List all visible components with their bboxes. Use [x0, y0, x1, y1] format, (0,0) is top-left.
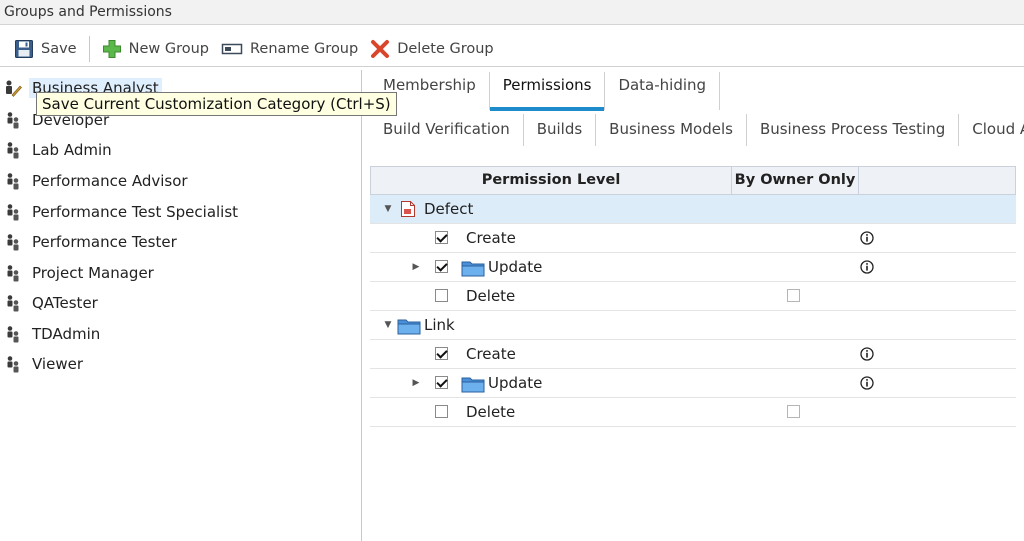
group-label: Performance Test Specialist: [32, 203, 239, 221]
group-item-project-manager[interactable]: Project Manager: [4, 261, 154, 285]
group-label: QATester: [32, 294, 98, 312]
category-row-link[interactable]: ▼ Link: [370, 311, 1016, 340]
permission-row-link-create: Create: [370, 340, 1016, 369]
group-item-qatester[interactable]: QATester: [4, 291, 98, 315]
permission-label: Update: [488, 258, 543, 276]
module-tabs: Build Verification Builds Business Model…: [370, 114, 1024, 150]
group-item-performance-advisor[interactable]: Performance Advisor: [4, 169, 188, 193]
expand-arrow-icon[interactable]: ▶: [410, 253, 422, 281]
group-item-viewer[interactable]: Viewer: [4, 352, 83, 376]
rename-icon: [221, 43, 243, 54]
group-icon: [7, 265, 19, 282]
expand-arrow-icon[interactable]: ▶: [410, 369, 422, 397]
create-checkbox[interactable]: [435, 231, 448, 244]
col-by-owner-only[interactable]: By Owner Only: [732, 167, 859, 194]
save-tooltip: Save Current Customization Category (Ctr…: [36, 92, 397, 116]
group-label: Performance Tester: [32, 233, 177, 251]
category-label: Link: [424, 316, 455, 334]
permission-label: Create: [466, 345, 516, 363]
delete-group-label: Delete Group: [397, 40, 494, 57]
col-permission-level[interactable]: Permission Level: [371, 167, 732, 194]
category-label: Defect: [424, 200, 474, 218]
info-icon[interactable]: [860, 260, 874, 274]
info-icon[interactable]: [860, 231, 874, 245]
collapse-arrow-icon[interactable]: ▼: [382, 195, 394, 223]
toolbar-divider: [88, 35, 90, 62]
group-item-tdadmin[interactable]: TDAdmin: [4, 322, 100, 346]
new-group-button[interactable]: New Group: [96, 35, 215, 63]
subtab-business-models[interactable]: Business Models: [596, 114, 747, 146]
update-checkbox[interactable]: [435, 260, 448, 273]
delete-x-icon: [371, 39, 390, 58]
owner-only-checkbox[interactable]: [787, 405, 800, 418]
delete-group-button[interactable]: Delete Group: [364, 35, 499, 63]
folder-icon: [461, 261, 485, 277]
update-checkbox[interactable]: [435, 376, 448, 389]
tab-data-hiding[interactable]: Data-hiding: [605, 72, 721, 110]
group-edit-icon: [6, 80, 22, 97]
group-label: TDAdmin: [32, 325, 101, 343]
owner-only-checkbox[interactable]: [787, 289, 800, 302]
rename-group-label: Rename Group: [249, 40, 359, 57]
main-tabs: Membership Permissions Data-hiding: [370, 72, 721, 112]
delete-checkbox[interactable]: [435, 405, 448, 418]
group-icon: [7, 326, 19, 343]
subtab-business-process-testing[interactable]: Business Process Testing: [747, 114, 960, 146]
group-label: Project Manager: [32, 264, 154, 282]
save-label: Save: [41, 40, 77, 57]
subtab-cloud-account[interactable]: Cloud Acco: [959, 114, 1024, 146]
info-icon[interactable]: [860, 347, 874, 361]
plus-icon: [102, 39, 121, 58]
rename-group-button[interactable]: Rename Group: [215, 35, 364, 63]
delete-checkbox[interactable]: [435, 289, 448, 302]
permission-label: Create: [466, 229, 516, 247]
group-icon: [7, 142, 19, 159]
collapse-arrow-icon[interactable]: ▼: [382, 311, 394, 339]
subtab-builds[interactable]: Builds: [524, 114, 597, 146]
toolbar: Save New Group Rename Group Delete Group: [0, 31, 1024, 67]
groups-panel: Business Analyst Developer Lab Admin Per…: [0, 70, 362, 541]
permission-row-link-update: ▶ Update: [370, 369, 1016, 398]
group-icon: [7, 112, 19, 129]
category-row-defect[interactable]: ▼ Defect: [370, 195, 1016, 224]
info-icon[interactable]: [860, 376, 874, 390]
permission-row-defect-update: ▶ Update: [370, 253, 1016, 282]
new-group-label: New Group: [128, 40, 209, 57]
group-label: Viewer: [32, 355, 83, 373]
permission-row-defect-delete: Delete: [370, 282, 1016, 311]
permissions-grid: Permission Level By Owner Only ▼ Defect …: [370, 166, 1016, 427]
group-icon: [7, 356, 19, 373]
create-checkbox[interactable]: [435, 347, 448, 360]
permission-row-defect-create: Create: [370, 224, 1016, 253]
group-item-performance-tester[interactable]: Performance Tester: [4, 230, 177, 254]
window-title: Groups and Permissions: [0, 0, 1024, 25]
group-label: Lab Admin: [32, 141, 112, 159]
group-item-performance-test-specialist[interactable]: Performance Test Specialist: [4, 200, 238, 224]
permission-label: Delete: [466, 403, 516, 421]
subtab-build-verification[interactable]: Build Verification: [370, 114, 524, 146]
group-icon: [7, 204, 19, 221]
save-button[interactable]: Save: [8, 35, 83, 63]
group-label: Performance Advisor: [32, 172, 188, 190]
grid-header: Permission Level By Owner Only: [370, 166, 1016, 195]
permission-row-link-delete: Delete: [370, 398, 1016, 427]
tab-permissions[interactable]: Permissions: [489, 72, 606, 111]
folder-icon: [397, 319, 421, 335]
floppy-disk-icon: [15, 39, 33, 58]
defect-document-icon: [401, 201, 415, 217]
group-icon: [7, 234, 19, 251]
group-item-lab-admin[interactable]: Lab Admin: [4, 138, 112, 162]
folder-icon: [461, 377, 485, 393]
group-icon: [7, 295, 19, 312]
permission-label: Update: [488, 374, 543, 392]
group-icon: [7, 173, 19, 190]
permission-label: Delete: [466, 287, 516, 305]
tab-membership[interactable]: Membership: [370, 72, 490, 110]
